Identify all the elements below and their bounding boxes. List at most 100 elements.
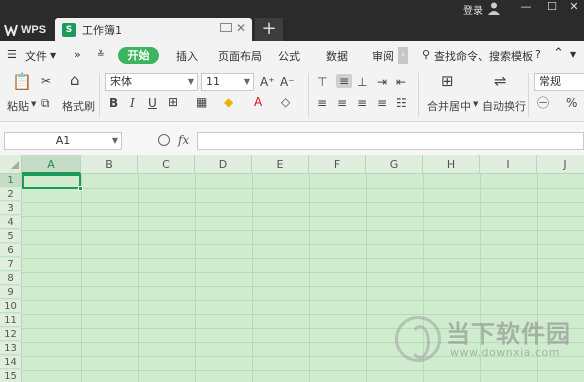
wrap-text-icon[interactable]: ⇌ bbox=[494, 74, 507, 89]
column-header[interactable]: I bbox=[480, 155, 537, 174]
bold-button[interactable]: B bbox=[109, 96, 118, 110]
paste-button[interactable]: 粘贴 bbox=[7, 98, 29, 114]
active-cell-A1[interactable] bbox=[22, 174, 83, 191]
command-search[interactable]: 查找命令、搜索模板 bbox=[434, 48, 533, 64]
monitor-icon[interactable] bbox=[220, 23, 232, 32]
name-box[interactable]: A1 ▼ bbox=[4, 132, 122, 150]
new-tab-button[interactable]: + bbox=[255, 18, 283, 41]
tab-formulas[interactable]: 公式 bbox=[278, 48, 300, 64]
login-link[interactable]: 登录 bbox=[463, 2, 483, 17]
menu-more[interactable]: » bbox=[74, 48, 81, 61]
row-header[interactable]: 14 bbox=[0, 356, 22, 369]
search-icon[interactable]: ⚲ bbox=[422, 48, 430, 61]
row-header[interactable]: 6 bbox=[0, 244, 22, 257]
column-header[interactable]: D bbox=[195, 155, 252, 174]
underline-button[interactable]: U bbox=[148, 96, 157, 110]
zoom-icon[interactable] bbox=[158, 134, 170, 146]
format-painter-button[interactable]: 格式刷 bbox=[62, 98, 95, 114]
row-header[interactable]: 4 bbox=[0, 216, 22, 229]
row-header[interactable]: 10 bbox=[0, 300, 22, 313]
wps-logo[interactable]: WPS bbox=[4, 22, 46, 38]
fill-color-icon[interactable]: ◆ bbox=[224, 95, 233, 109]
dropdown-icon[interactable]: ▼ bbox=[50, 51, 56, 60]
column-header[interactable]: J bbox=[537, 155, 584, 174]
format-painter-icon[interactable]: ⌂ bbox=[70, 73, 80, 88]
number-format-select[interactable]: 常规 bbox=[534, 73, 584, 91]
close-tab-icon[interactable]: ✕ bbox=[236, 21, 246, 35]
maximize-icon[interactable]: ☐ bbox=[541, 0, 563, 16]
column-header[interactable]: H bbox=[423, 155, 480, 174]
more-options-icon[interactable]: ▼ bbox=[570, 50, 576, 59]
collapse-ribbon-icon[interactable]: ⌃ bbox=[553, 46, 564, 61]
font-grow-icon[interactable]: A⁺ bbox=[260, 75, 275, 89]
align-top-icon[interactable]: ⊤ bbox=[317, 75, 327, 89]
tab-review[interactable]: 审阅 bbox=[372, 48, 394, 64]
column-header[interactable]: G bbox=[366, 155, 423, 174]
tab-insert[interactable]: 插入 bbox=[176, 48, 198, 64]
watermark-url: www.downxia.com bbox=[450, 346, 560, 359]
fill-handle[interactable] bbox=[78, 186, 83, 191]
row-header[interactable]: 7 bbox=[0, 258, 22, 271]
cut-icon[interactable]: ✂ bbox=[41, 74, 51, 88]
align-right-icon[interactable]: ≡ bbox=[357, 96, 367, 110]
font-size-select[interactable]: 11 ▼ bbox=[201, 73, 254, 91]
select-all-corner[interactable] bbox=[0, 155, 22, 174]
column-header[interactable]: E bbox=[252, 155, 309, 174]
percent-button[interactable]: % bbox=[566, 96, 577, 110]
currency-icon[interactable]: ㊀ bbox=[537, 96, 549, 110]
merge-center-button[interactable]: 合并居中 bbox=[427, 98, 471, 114]
overflow-icon[interactable]: ≚ bbox=[97, 50, 105, 60]
fill-pattern-icon[interactable]: ▦ bbox=[196, 95, 207, 109]
menu-file[interactable]: 文件 bbox=[25, 48, 47, 64]
tab-page-layout[interactable]: 页面布局 bbox=[218, 48, 262, 64]
wrap-text-button[interactable]: 自动换行 bbox=[482, 98, 526, 114]
indent-icon[interactable]: ⇥ bbox=[377, 75, 387, 89]
distribute-icon[interactable]: ☷ bbox=[396, 96, 407, 110]
formula-input[interactable] bbox=[197, 132, 584, 150]
minimize-icon[interactable]: — bbox=[515, 0, 537, 16]
column-header[interactable]: A bbox=[22, 155, 81, 174]
copy-icon[interactable]: ⧉ bbox=[41, 96, 50, 110]
row-header[interactable]: 3 bbox=[0, 202, 22, 215]
paste-dropdown-icon[interactable]: ▼ bbox=[31, 100, 36, 108]
menu-scroll-right-icon[interactable]: › bbox=[398, 47, 408, 64]
font-color-icon[interactable]: A bbox=[254, 95, 262, 109]
row-header[interactable]: 9 bbox=[0, 286, 22, 299]
avatar-icon[interactable] bbox=[487, 1, 501, 15]
merge-dropdown-icon[interactable]: ▼ bbox=[473, 100, 478, 108]
align-bottom-icon[interactable]: ⊥ bbox=[357, 75, 367, 89]
tab-data[interactable]: 数据 bbox=[326, 48, 348, 64]
workbook-tab[interactable]: S 工作簿1 ✕ bbox=[55, 18, 252, 41]
font-name-select[interactable]: 宋体 ▼ bbox=[105, 73, 198, 91]
borders-icon[interactable]: ⊞ bbox=[168, 95, 178, 109]
tab-start[interactable]: 开始 bbox=[118, 47, 159, 64]
row-header[interactable]: 5 bbox=[0, 230, 22, 243]
row-header[interactable]: 12 bbox=[0, 328, 22, 341]
close-window-icon[interactable]: ✕ bbox=[563, 0, 584, 16]
ribbon-separator bbox=[308, 73, 309, 117]
number-format-value: 常规 bbox=[539, 75, 561, 88]
justify-icon[interactable]: ≡ bbox=[377, 96, 387, 110]
font-shrink-icon[interactable]: A⁻ bbox=[280, 75, 295, 89]
column-header[interactable]: F bbox=[309, 155, 366, 174]
align-middle-icon[interactable]: ≡ bbox=[336, 74, 352, 88]
column-header[interactable]: C bbox=[138, 155, 195, 174]
column-header[interactable]: B bbox=[81, 155, 138, 174]
align-center-icon[interactable]: ≡ bbox=[337, 96, 347, 110]
clear-format-icon[interactable]: ◇ bbox=[281, 95, 290, 109]
row-header[interactable]: 8 bbox=[0, 272, 22, 285]
hamburger-icon[interactable]: ☰ bbox=[7, 48, 17, 61]
row-header[interactable]: 13 bbox=[0, 342, 22, 355]
outdent-icon[interactable]: ⇤ bbox=[396, 75, 406, 89]
row-header[interactable]: 11 bbox=[0, 314, 22, 327]
align-left-icon[interactable]: ≡ bbox=[317, 96, 327, 110]
row-header[interactable]: 15 bbox=[0, 370, 22, 382]
row-header[interactable]: 1 bbox=[0, 174, 22, 187]
fx-icon[interactable]: fx bbox=[178, 133, 189, 147]
help-icon[interactable]: ? bbox=[535, 48, 541, 61]
merge-center-icon[interactable]: ⊞ bbox=[441, 74, 454, 89]
row-header[interactable]: 2 bbox=[0, 188, 22, 201]
ribbon-separator bbox=[99, 73, 100, 117]
italic-button[interactable]: I bbox=[130, 96, 135, 110]
paste-icon[interactable]: 📋 bbox=[12, 73, 32, 91]
